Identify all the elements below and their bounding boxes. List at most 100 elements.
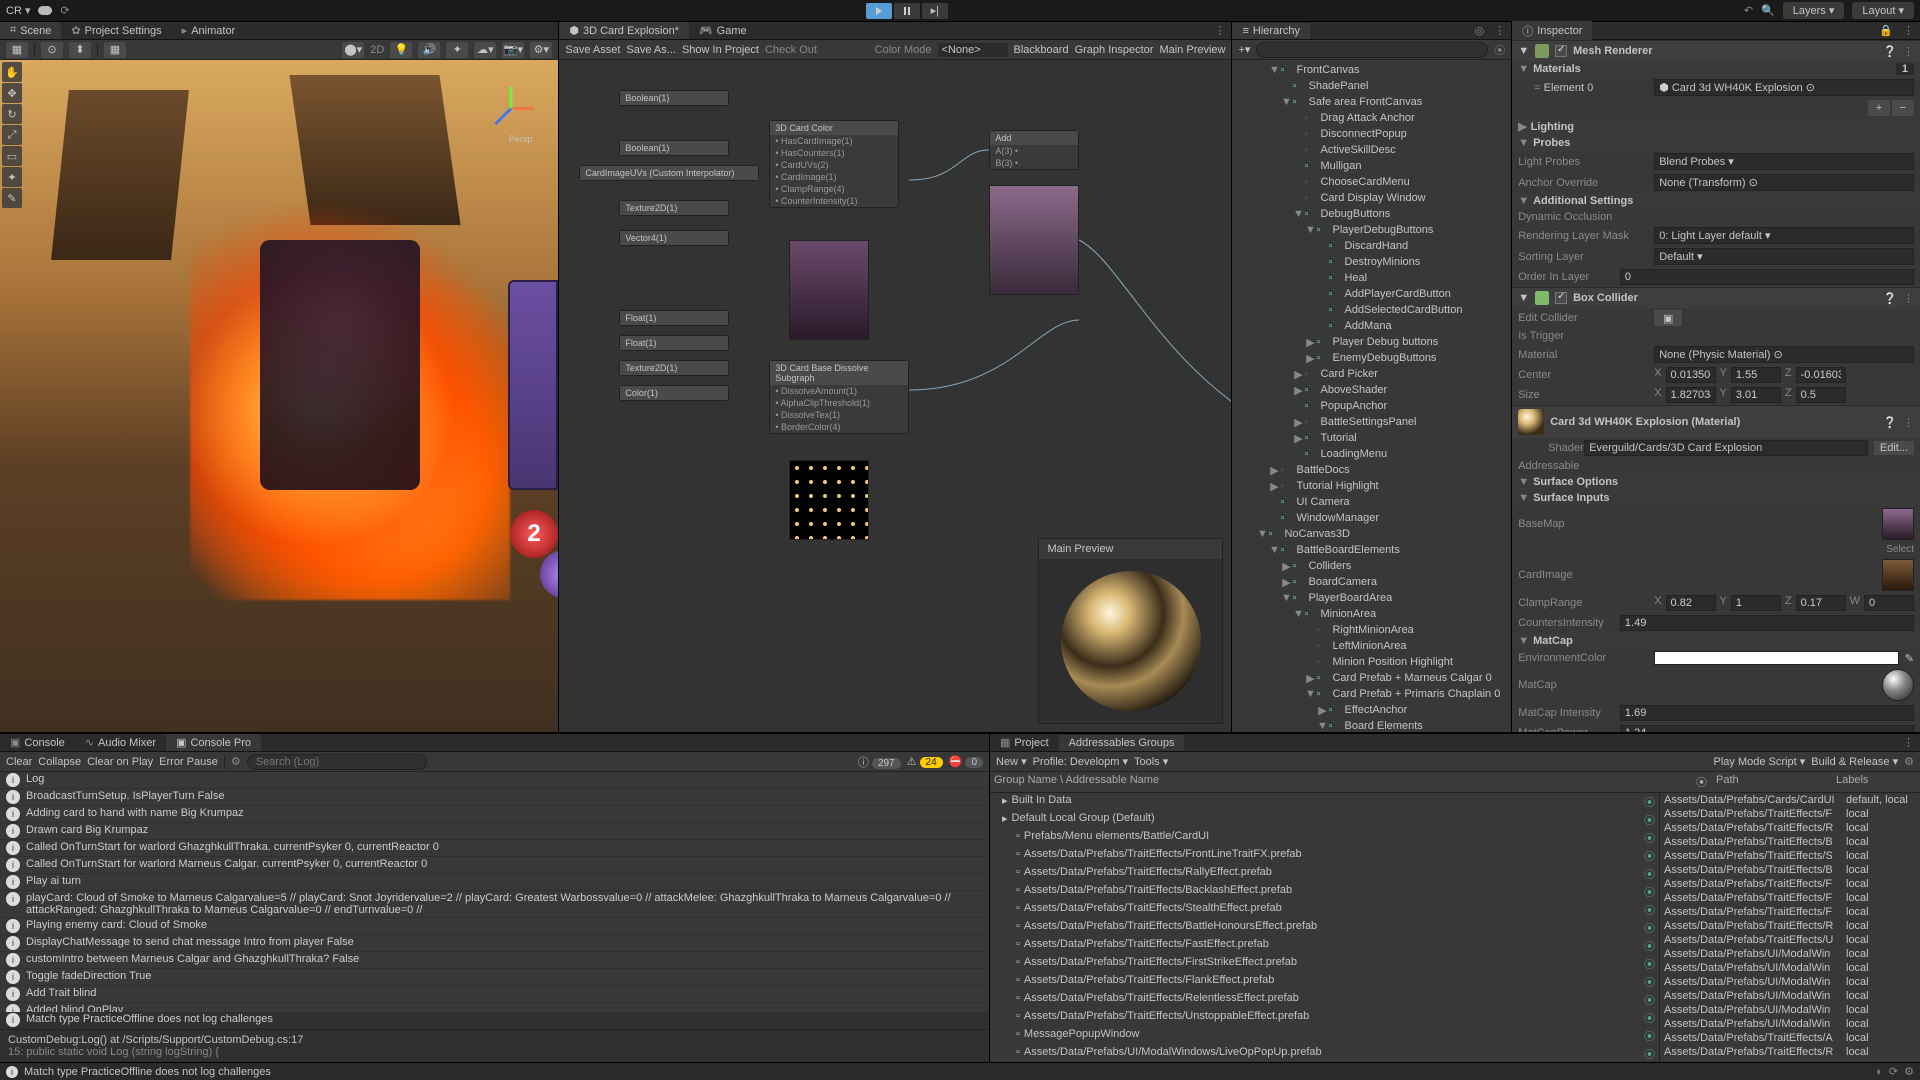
center-z[interactable] (1796, 367, 1846, 383)
component-box-collider[interactable]: ▼ Box Collider ❔ ⋮ (1512, 288, 1920, 308)
addr-col-path[interactable]: Path (1716, 774, 1836, 790)
hierarchy-item[interactable]: ▫UI Camera (1232, 494, 1511, 510)
component-help-icon[interactable]: ❔ (1883, 416, 1897, 429)
refresh-icon[interactable]: ⟳ (60, 4, 69, 17)
main-preview-panel[interactable]: Main Preview (1038, 538, 1223, 724)
pause-button[interactable] (894, 3, 920, 19)
clamp-w[interactable] (1864, 595, 1914, 611)
addr-col-labels[interactable]: Labels (1836, 774, 1916, 790)
size-x[interactable] (1666, 387, 1716, 403)
tab-animator[interactable]: ▸ Animator (172, 22, 246, 39)
anchor-override-field[interactable]: None (Transform) ⊙ (1654, 174, 1914, 191)
addr-row[interactable]: ▫Assets/Data/Prefabs/TraitEffects/RallyE… (990, 865, 1659, 883)
addr-row[interactable]: ▫Assets/Data/Prefabs/TraitEffects/Unstop… (990, 1009, 1659, 1027)
console-log-line[interactable]: iCalled OnTurnStart for warlord Marneus … (0, 857, 989, 874)
order-in-layer-field[interactable] (1620, 269, 1914, 285)
graph-node[interactable]: Boolean(1) (619, 140, 729, 156)
addr-side-row[interactable]: Assets/Data/Prefabs/TraitEffects/Rlocal (1660, 919, 1920, 933)
color-mode-dropdown[interactable]: <None> (938, 43, 1008, 57)
addr-row[interactable]: ▫Assets/Data/Prefabs/TraitEffects/FrontL… (990, 847, 1659, 865)
console-log-line[interactable]: iDrawn card Big Krumpaz (0, 823, 989, 840)
console-log-line[interactable]: iBroadcastTurnSetup. IsPlayerTurn False (0, 789, 989, 806)
clamp-x[interactable] (1666, 595, 1716, 611)
addr-col-icon[interactable]: ⦿ (1696, 774, 1716, 790)
console-log-line[interactable]: iAdding card to hand with name Big Krump… (0, 806, 989, 823)
addr-row[interactable]: ▫Assets/Data/Prefabs/TraitEffects/Backla… (990, 883, 1659, 901)
hierarchy-item[interactable]: ▫DestroyMinions (1232, 254, 1511, 270)
tool-sky[interactable]: ☁▾ (474, 42, 496, 58)
console-log-list[interactable]: iLogiBroadcastTurnSetup. IsPlayerTurn Fa… (0, 772, 989, 1012)
basemap-texture-slot[interactable] (1882, 508, 1914, 540)
addr-side-row[interactable]: Assets/Data/Prefabs/UI/ModalWinlocal (1660, 947, 1920, 961)
addr-profile-dropdown[interactable]: Profile: Developm ▾ (1033, 755, 1128, 768)
edit-collider-button[interactable]: ▣ (1654, 310, 1682, 326)
physic-material-field[interactable]: None (Physic Material) ⊙ (1654, 346, 1914, 363)
tab-console[interactable]: ▣ Console (0, 734, 75, 751)
console-log-line[interactable]: iPlay ai turn (0, 874, 989, 891)
tool-local[interactable]: ⬍ (69, 42, 91, 58)
console-log-line[interactable]: iPlaying enemy card: Cloud of Smoke (0, 918, 989, 935)
hierarchy-item[interactable]: ▼▫FrontCanvas (1232, 62, 1511, 78)
sorting-layer-dropdown[interactable]: Default ▾ (1654, 248, 1914, 265)
box-collider-toggle[interactable] (1555, 292, 1567, 304)
orientation-gizmo[interactable]: Persp (476, 72, 546, 142)
addr-side-row[interactable]: Assets/Data/Prefabs/TraitEffects/Rlocal (1660, 821, 1920, 835)
tab-game[interactable]: 🎮 Game (689, 22, 757, 39)
console-clear-button[interactable]: Clear (6, 756, 32, 768)
list-add-button[interactable]: + (1868, 100, 1890, 116)
hierarchy-item[interactable]: ▼▫Card Prefab + Primaris Chaplain 0 (1232, 686, 1511, 702)
hierarchy-item[interactable]: ▶▫BattleDocs (1232, 462, 1511, 478)
hierarchy-item[interactable]: ▫AddSelectedCardButton (1232, 302, 1511, 318)
material-header[interactable]: Card 3d WH40K Explosion (Material) ❔ ⋮ (1512, 406, 1920, 438)
hierarchy-item[interactable]: ▼▫PlayerBoardArea (1232, 590, 1511, 606)
tab-addressables[interactable]: Addressables Groups (1059, 735, 1185, 751)
addr-side-row[interactable]: Assets/Data/Prefabs/UI/ModalWinlocal (1660, 961, 1920, 975)
hierarchy-item[interactable]: ▶▫EnemyDebugButtons (1232, 350, 1511, 366)
addr-tree[interactable]: ▸Built In Data⦿▸Default Local Group (Def… (990, 793, 1660, 1062)
addr-side-row[interactable]: Assets/Data/Prefabs/TraitEffects/Alocal (1660, 1031, 1920, 1045)
console-clear-on-play-button[interactable]: Clear on Play (87, 756, 153, 768)
addr-side-row[interactable]: Assets/Data/Prefabs/UI/ModalWinlocal (1660, 975, 1920, 989)
env-color-swatch[interactable] (1654, 651, 1899, 665)
clamp-y[interactable] (1731, 595, 1781, 611)
matcap-texture-slot[interactable] (1882, 669, 1914, 701)
select-texture-button[interactable]: Select (1886, 544, 1914, 555)
tab-project[interactable]: ▦ Project (990, 734, 1059, 751)
material-slot[interactable]: ⬢ Card 3d WH40K Explosion ⊙ (1654, 79, 1914, 96)
hierarchy-item[interactable]: ▶▫EffectAnchor (1232, 702, 1511, 718)
graph-node[interactable]: Color(1) (619, 385, 729, 401)
addr-side-row[interactable]: Assets/Data/Prefabs/TraitEffects/Flocal (1660, 807, 1920, 821)
info-count-badge[interactable]: ⓘ 297 (858, 754, 901, 770)
shader-edit-button[interactable]: Edit... (1874, 441, 1914, 455)
cardimage-texture-slot[interactable] (1882, 559, 1914, 591)
account-menu[interactable]: CR ▾ (6, 4, 30, 17)
addr-side-row[interactable]: Assets/Data/Prefabs/TraitEffects/Flocal (1660, 905, 1920, 919)
addr-row[interactable]: ▸Built In Data⦿ (990, 793, 1659, 811)
light-probes-dropdown[interactable]: Blend Probes ▾ (1654, 153, 1914, 170)
graph-node[interactable]: Vector4(1) (619, 230, 729, 246)
matcap-intensity-field[interactable] (1620, 705, 1914, 721)
hierarchy-item[interactable]: ▼▫DebugButtons (1232, 206, 1511, 222)
console-error-pause-button[interactable]: Error Pause (159, 756, 218, 768)
console-search[interactable] (247, 754, 427, 770)
cloud-icon[interactable] (38, 6, 52, 15)
addr-row[interactable]: ▸Default Local Group (Default)⦿ (990, 811, 1659, 829)
graph-node[interactable]: AddA(3) •B(3) • (989, 130, 1079, 170)
component-menu-icon[interactable]: ⋮ (1903, 45, 1914, 58)
addr-row[interactable]: ▫Assets/Data/Prefabs/TraitEffects/Battle… (990, 919, 1659, 937)
console-options-icon[interactable]: ⚙ (231, 755, 241, 768)
tool-move[interactable]: ✥ (2, 83, 22, 103)
hierarchy-item[interactable]: ▶▫Player Debug buttons (1232, 334, 1511, 350)
console-selected-log[interactable]: Match type PracticeOffline does not log … (26, 1013, 983, 1025)
panel-menu-icon[interactable]: ⋮ (1488, 24, 1511, 37)
hierarchy-item[interactable]: ▫PopupAnchor (1232, 398, 1511, 414)
console-log-line[interactable]: iAdded blind OnPlay (0, 1003, 989, 1012)
addr-col-group[interactable]: Group Name \ Addressable Name (994, 774, 1696, 790)
tool-draw[interactable]: ⬤▾ (342, 42, 364, 58)
tool-fx[interactable]: ✦ (446, 42, 468, 58)
console-log-line[interactable]: iplayCard: Cloud of Smoke to Marneus Cal… (0, 891, 989, 918)
tool-light[interactable]: 💡 (390, 42, 412, 58)
step-button[interactable]: ▸| (922, 3, 948, 19)
hierarchy-item[interactable]: ▫DiscardHand (1232, 238, 1511, 254)
addr-row[interactable]: ▫Assets/Data/Prefabs/UI/ModalWindows/Liv… (990, 1045, 1659, 1062)
